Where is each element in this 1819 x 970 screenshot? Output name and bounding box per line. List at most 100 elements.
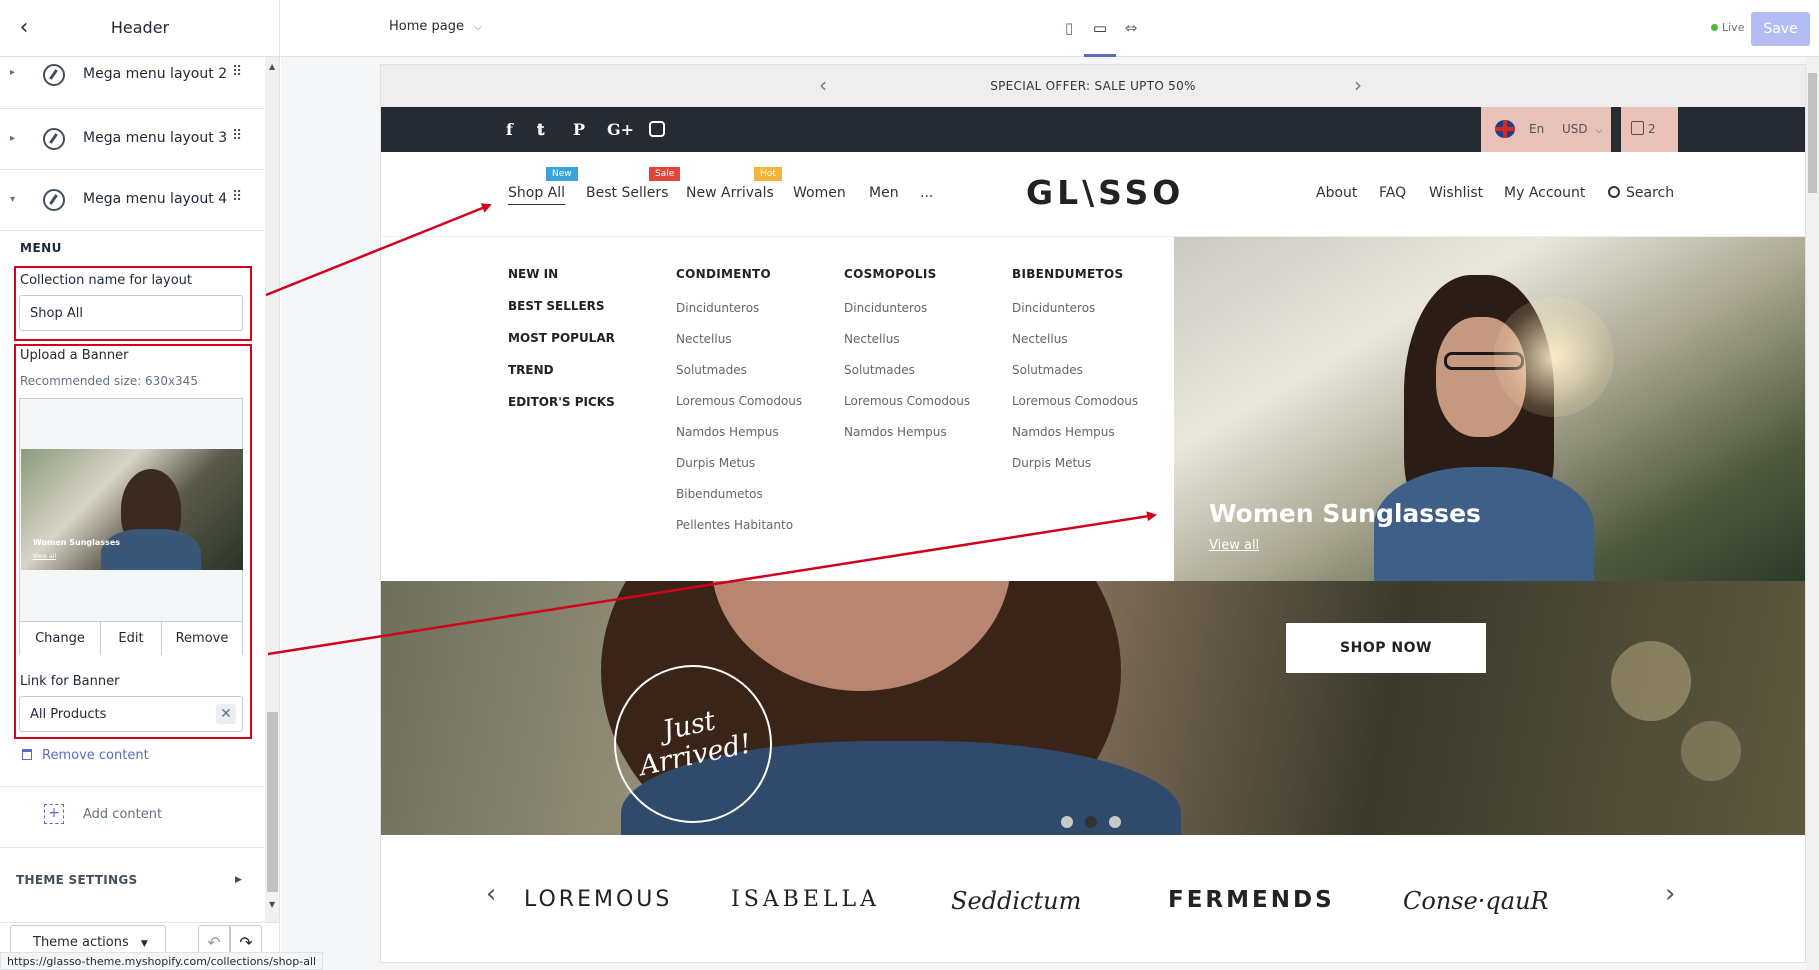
mega-link[interactable]: Loremous Comodous <box>844 394 970 408</box>
mega-link[interactable]: Nectellus <box>676 332 802 346</box>
mega-column-heading[interactable]: COSMOPOLIS <box>844 267 970 281</box>
change-banner-button[interactable]: Change <box>20 622 101 655</box>
nav-women[interactable]: Women <box>793 185 846 201</box>
mega-menu-banner[interactable]: Women Sunglasses View all <box>1174 237 1805 581</box>
mega-link[interactable]: BEST SELLERS <box>508 299 615 313</box>
scroll-up-arrow-icon[interactable]: ▲ <box>269 62 275 71</box>
chevron-down-icon: ⌵ <box>1595 126 1603 136</box>
sale-badge: Sale <box>649 167 681 181</box>
nav-shop-all[interactable]: Shop All <box>508 185 566 205</box>
hero-bokeh <box>1611 641 1691 721</box>
mega-link[interactable]: Namdos Hempus <box>1012 425 1138 439</box>
section-mega-menu-4[interactable]: ▾ Mega menu layout 4 ⠿ <box>0 170 264 231</box>
mega-link[interactable]: Durpis Metus <box>1012 456 1138 470</box>
mega-link[interactable]: Namdos Hempus <box>676 425 802 439</box>
mega-link[interactable]: NEW IN <box>508 267 615 281</box>
google-plus-icon[interactable]: G+ <box>607 120 634 139</box>
mega-link[interactable]: EDITOR'S PICKS <box>508 395 615 409</box>
preview-scrollbar[interactable] <box>1806 57 1819 970</box>
instagram-icon[interactable] <box>649 121 665 137</box>
mega-column-heading[interactable]: CONDIMENTO <box>676 267 802 281</box>
mega-link[interactable]: Namdos Hempus <box>844 425 970 439</box>
scrollbar-thumb[interactable] <box>1808 73 1817 193</box>
clear-link-icon[interactable]: ✕ <box>216 704 236 724</box>
mega-link[interactable]: Solutmades <box>676 363 802 377</box>
brand-next-icon[interactable]: › <box>1665 879 1675 909</box>
drag-handle-icon[interactable]: ⠿ <box>232 64 242 80</box>
facebook-icon[interactable]: f <box>506 120 513 139</box>
mega-link[interactable]: Loremous Comodous <box>676 394 802 408</box>
shop-now-button[interactable]: SHOP NOW <box>1286 623 1486 673</box>
language-currency-selector[interactable]: En USD ⌵ <box>1481 107 1611 152</box>
mega-link[interactable]: Bibendumetos <box>676 487 802 501</box>
editor-sidebar: ‹ Header ▸ Mega menu layout 2 ⠿ ▸ Mega m… <box>0 0 280 970</box>
banner-thumbnail-image: Women Sunglasses View all <box>21 449 243 570</box>
nav-new-arrivals[interactable]: New Arrivals <box>686 185 774 201</box>
slide-dot[interactable] <box>1061 816 1073 828</box>
drag-handle-icon[interactable]: ⠿ <box>232 128 242 144</box>
banner-action-bar: Change Edit Remove <box>20 621 242 655</box>
mega-link[interactable]: MOST POPULAR <box>508 331 615 345</box>
nav-men[interactable]: Men <box>869 185 899 201</box>
collapse-caret-icon[interactable]: ▾ <box>10 194 15 205</box>
mega-link[interactable]: Pellentes Habitanto <box>676 518 802 532</box>
mega-link[interactable]: Solutmades <box>1012 363 1138 377</box>
mega-link[interactable]: Dincidunteros <box>844 301 970 315</box>
brand-logo[interactable]: Conse·qauR <box>1403 887 1549 915</box>
search-button[interactable]: Search <box>1608 185 1674 201</box>
mega-link[interactable]: Durpis Metus <box>676 456 802 470</box>
mega-link[interactable]: Nectellus <box>1012 332 1138 346</box>
brand-logo[interactable]: Seddictum <box>951 887 1081 915</box>
mega-column-heading[interactable]: BIBENDUMETOS <box>1012 267 1138 281</box>
collection-name-input[interactable] <box>19 295 243 331</box>
scrollbar-thumb[interactable] <box>267 712 278 892</box>
drag-handle-icon[interactable]: ⠿ <box>232 189 242 205</box>
banner-view-all-link[interactable]: View all <box>1209 538 1259 553</box>
sidebar-scrollbar[interactable]: ▲ ▼ <box>265 57 279 922</box>
desktop-view-icon[interactable]: ▭ <box>1085 14 1115 42</box>
save-button[interactable]: Save <box>1751 12 1810 46</box>
slide-dot[interactable] <box>1109 816 1121 828</box>
nav-best-sellers[interactable]: Best Sellers <box>586 185 668 201</box>
uk-flag-icon <box>1495 120 1515 138</box>
remove-content-label: Remove content <box>42 748 149 763</box>
mobile-view-icon[interactable]: ▯ <box>1054 14 1084 42</box>
link-for-banner-input[interactable] <box>19 696 243 732</box>
edit-banner-button[interactable]: Edit <box>101 622 162 655</box>
nav-wishlist[interactable]: Wishlist <box>1429 185 1483 201</box>
mega-link[interactable]: TREND <box>508 363 615 377</box>
brand-prev-icon[interactable]: ‹ <box>486 879 496 909</box>
brand-logo[interactable]: ISABELLA <box>731 887 880 912</box>
expand-caret-icon[interactable]: ▸ <box>10 67 15 78</box>
chevron-right-icon[interactable]: ▶ <box>235 875 242 885</box>
twitter-icon[interactable]: 𝕥 <box>537 120 544 139</box>
mega-link[interactable]: Dincidunteros <box>1012 301 1138 315</box>
fullwidth-view-icon[interactable]: ⇔ <box>1116 14 1146 42</box>
announcement-text: SPECIAL OFFER: SALE UPTO 50% <box>990 79 1196 93</box>
brand-logo[interactable]: LOREMOUS <box>524 887 672 912</box>
section-mega-menu-2[interactable]: ▸ Mega menu layout 2 ⠿ <box>0 57 264 109</box>
nav-faq[interactable]: FAQ <box>1379 185 1406 201</box>
page-selector[interactable]: Home page ⌵ <box>389 19 482 34</box>
remove-content-link[interactable]: Remove content <box>22 748 149 763</box>
scroll-down-arrow-icon[interactable]: ▼ <box>269 900 275 909</box>
theme-settings-toggle[interactable]: THEME SETTINGS <box>16 873 137 887</box>
currency-label: USD <box>1562 122 1588 136</box>
cart-button[interactable]: 2 <box>1621 107 1678 152</box>
nav-about[interactable]: About <box>1316 185 1357 201</box>
brand-logo[interactable]: FERMENDS <box>1168 887 1335 913</box>
mega-link[interactable]: Loremous Comodous <box>1012 394 1138 408</box>
mega-link[interactable]: Solutmades <box>844 363 970 377</box>
pinterest-icon[interactable]: P <box>573 120 585 139</box>
section-mega-menu-3[interactable]: ▸ Mega menu layout 3 ⠿ <box>0 109 264 170</box>
slide-dot-active[interactable] <box>1085 816 1097 828</box>
expand-caret-icon[interactable]: ▸ <box>10 133 15 144</box>
nav-my-account[interactable]: My Account <box>1504 185 1585 201</box>
mega-link[interactable]: Dincidunteros <box>676 301 802 315</box>
mega-link[interactable]: Nectellus <box>844 332 970 346</box>
store-logo[interactable]: GL\SSO <box>1026 173 1184 212</box>
remove-banner-button[interactable]: Remove <box>162 622 242 655</box>
menu-heading: MENU <box>20 241 62 255</box>
announcement-next-icon[interactable]: › <box>1354 73 1362 97</box>
nav-more[interactable]: ... <box>920 185 933 201</box>
